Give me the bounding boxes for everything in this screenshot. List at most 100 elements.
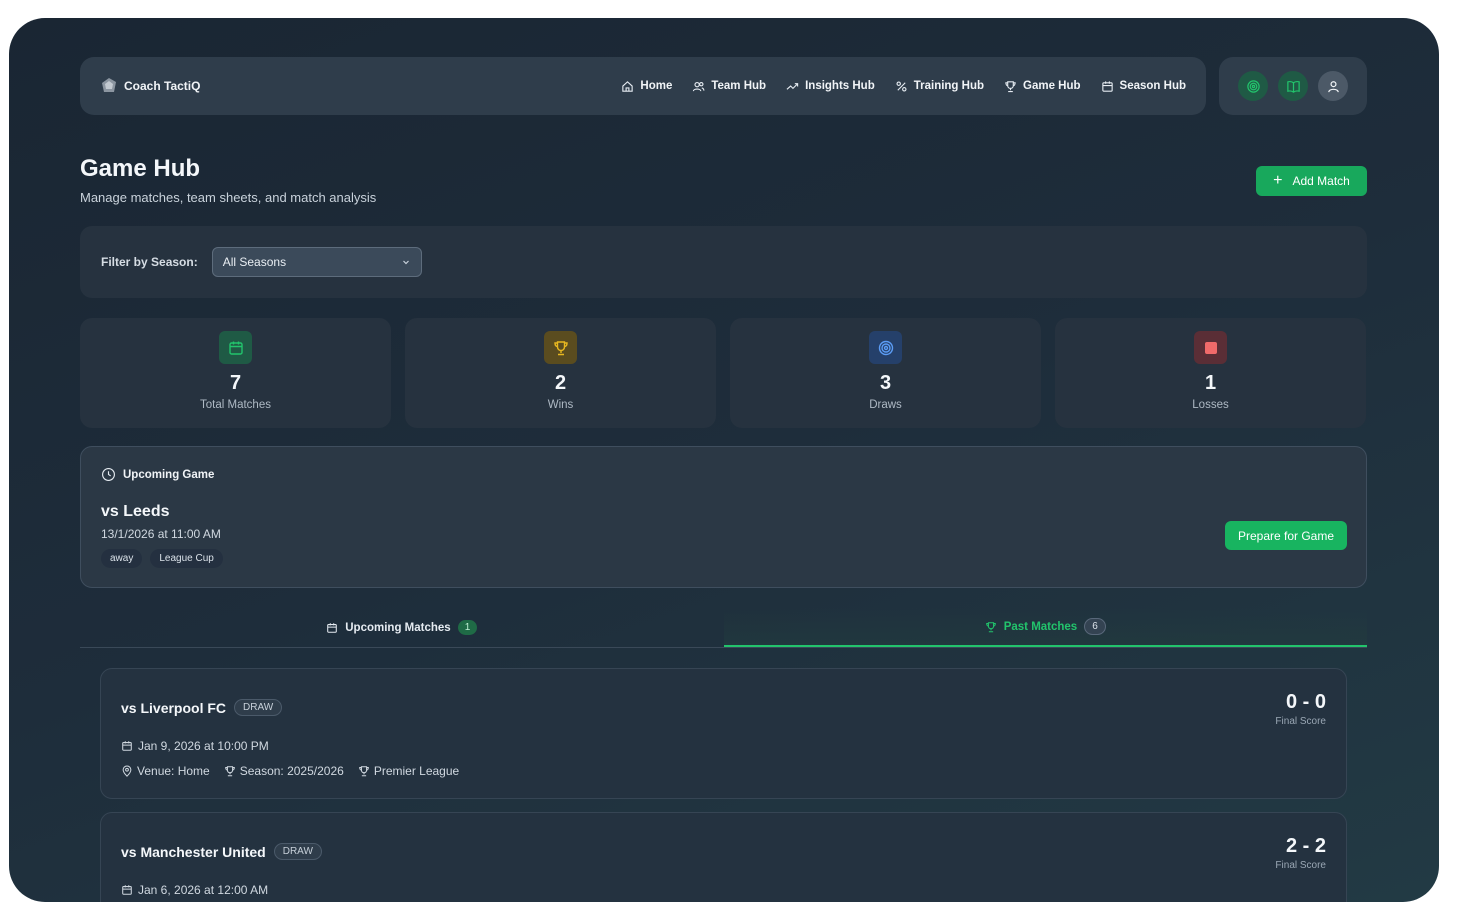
trophy-icon: [544, 331, 577, 364]
nav-team-hub-label: Team Hub: [711, 80, 767, 92]
match-opponent: vs Liverpool FC: [121, 699, 227, 716]
match-title: vs Manchester United DRAW: [121, 843, 322, 860]
result-badge: DRAW: [234, 699, 283, 716]
tab-past-matches[interactable]: Past Matches 6: [723, 608, 1367, 647]
match-venue-text: Venue: Home: [137, 764, 210, 778]
app-logo[interactable]: Coach TactiQ: [100, 77, 200, 95]
target-icon: [869, 331, 902, 364]
nav-links: Home Team Hub Insights Hub Training Hub …: [621, 80, 1186, 93]
stat-value: 2: [554, 372, 567, 394]
match-season: Season: 2025/2026: [224, 764, 344, 778]
add-match-label: Add Match: [1292, 174, 1350, 188]
match-season-text: Season: 2025/2026: [239, 764, 344, 778]
stat-label: Wins: [547, 399, 574, 411]
trophy-icon: [359, 766, 369, 777]
venue-tag: away: [101, 549, 143, 568]
stat-value: 1: [1204, 372, 1217, 394]
trophy-icon: [1005, 80, 1016, 92]
final-score-value: 0 - 0: [1285, 691, 1326, 713]
nav-actions: [1219, 57, 1367, 115]
upcoming-datetime: 13/1/2026 at 11:00 AM: [101, 527, 221, 541]
result-badge: DRAW: [273, 843, 322, 860]
past-count-badge: 6: [1084, 618, 1106, 635]
user-icon: [1327, 80, 1339, 92]
book-button[interactable]: [1278, 71, 1308, 101]
tab-upcoming-label: Upcoming Matches: [345, 621, 451, 634]
stat-value: 3: [879, 372, 892, 394]
add-match-button[interactable]: + Add Match: [1256, 166, 1367, 196]
trophy-icon: [985, 621, 996, 632]
calendar-icon: [327, 622, 338, 633]
match-date: Jan 6, 2026 at 12:00 AM: [121, 883, 268, 897]
stat-label: Losses: [1192, 399, 1229, 411]
stat-draws: 3 Draws: [730, 318, 1041, 428]
stat-label: Draws: [869, 399, 902, 411]
match-venue: Venue: Home: [121, 764, 210, 778]
season-select-value: All Seasons: [222, 255, 287, 269]
match-competition: Premier League: [358, 764, 459, 778]
upcoming-heading-label: Upcoming Game: [123, 468, 215, 481]
home-icon: [622, 80, 634, 92]
nav-season-hub[interactable]: Season Hub: [1101, 80, 1186, 93]
final-score-label: Final Score: [1275, 860, 1326, 871]
map-pin-icon: [122, 765, 132, 777]
final-score-label: Final Score: [1275, 716, 1326, 727]
stat-wins: 2 Wins: [405, 318, 716, 428]
upcoming-game-card: Upcoming Game vs Leeds 13/1/2026 at 11:0…: [80, 446, 1367, 588]
stat-total-matches: 7 Total Matches: [80, 318, 391, 428]
profile-button[interactable]: [1318, 71, 1348, 101]
nav-insights-hub-label: Insights Hub: [805, 80, 875, 92]
nav-home-label: Home: [640, 80, 673, 92]
match-title: vs Liverpool FC DRAW: [121, 699, 283, 716]
season-filter-card: Filter by Season: All Seasons: [80, 226, 1367, 298]
nav-training-hub-label: Training Hub: [913, 80, 985, 92]
nav-season-hub-label: Season Hub: [1119, 80, 1186, 92]
users-icon: [693, 81, 705, 91]
stat-label: Total Matches: [200, 399, 271, 411]
match-date: Jan 9, 2026 at 10:00 PM: [121, 739, 269, 753]
app-frame: Coach TactiQ Home Team Hub Insights Hub …: [9, 18, 1439, 902]
nav-training-hub[interactable]: Training Hub: [895, 80, 984, 93]
calendar-icon: [122, 885, 132, 895]
nav-team-hub[interactable]: Team Hub: [692, 80, 766, 93]
season-select[interactable]: All Seasons: [211, 247, 422, 277]
nav-insights-hub[interactable]: Insights Hub: [786, 80, 875, 93]
match-meta: Venue: Home Season: 2025/2026 Premier Le…: [121, 764, 459, 778]
upcoming-tags: away League Cup: [101, 549, 223, 568]
target-button[interactable]: [1238, 71, 1268, 101]
top-navbar: Coach TactiQ Home Team Hub Insights Hub …: [80, 57, 1206, 115]
match-card[interactable]: vs Liverpool FC DRAW Jan 9, 2026 at 10:0…: [100, 668, 1347, 799]
nav-home[interactable]: Home: [621, 80, 672, 93]
filter-label: Filter by Season:: [101, 255, 198, 269]
match-competition-text: Premier League: [373, 764, 460, 778]
tab-past-label: Past Matches: [1003, 620, 1078, 633]
match-score: 2 - 2 Final Score: [1275, 835, 1326, 871]
plus-icon: +: [1273, 172, 1283, 189]
prepare-for-game-button[interactable]: Prepare for Game: [1225, 521, 1347, 550]
match-card[interactable]: vs Manchester United DRAW Jan 6, 2026 at…: [100, 812, 1347, 902]
match-tabs: Upcoming Matches 1 Past Matches 6: [80, 608, 1367, 648]
app-name: Coach TactiQ: [124, 79, 201, 93]
logo-icon: [100, 77, 118, 95]
square-icon: [1194, 331, 1227, 364]
stat-losses: 1 Losses: [1055, 318, 1366, 428]
page-subtitle: Manage matches, team sheets, and match a…: [80, 190, 377, 205]
calendar-icon: [1101, 80, 1113, 92]
calendar-icon: [122, 741, 132, 751]
stat-value: 7: [229, 372, 242, 394]
upcoming-count-badge: 1: [457, 620, 478, 635]
book-icon: [1286, 80, 1300, 93]
nav-game-hub[interactable]: Game Hub: [1004, 80, 1081, 93]
final-score-value: 2 - 2: [1285, 835, 1326, 857]
trophy-icon: [224, 766, 235, 777]
nav-game-hub-label: Game Hub: [1023, 80, 1081, 92]
competition-tag: League Cup: [150, 549, 223, 568]
tab-upcoming-matches[interactable]: Upcoming Matches 1: [80, 608, 724, 647]
upcoming-game-heading: Upcoming Game: [101, 467, 214, 482]
trend-icon: [786, 82, 799, 90]
match-date-text: Jan 6, 2026 at 12:00 AM: [138, 883, 269, 897]
match-date-text: Jan 9, 2026 at 10:00 PM: [138, 739, 269, 753]
clock-icon: [102, 468, 115, 481]
percent-icon: [896, 80, 907, 92]
target-icon: [1246, 79, 1260, 93]
